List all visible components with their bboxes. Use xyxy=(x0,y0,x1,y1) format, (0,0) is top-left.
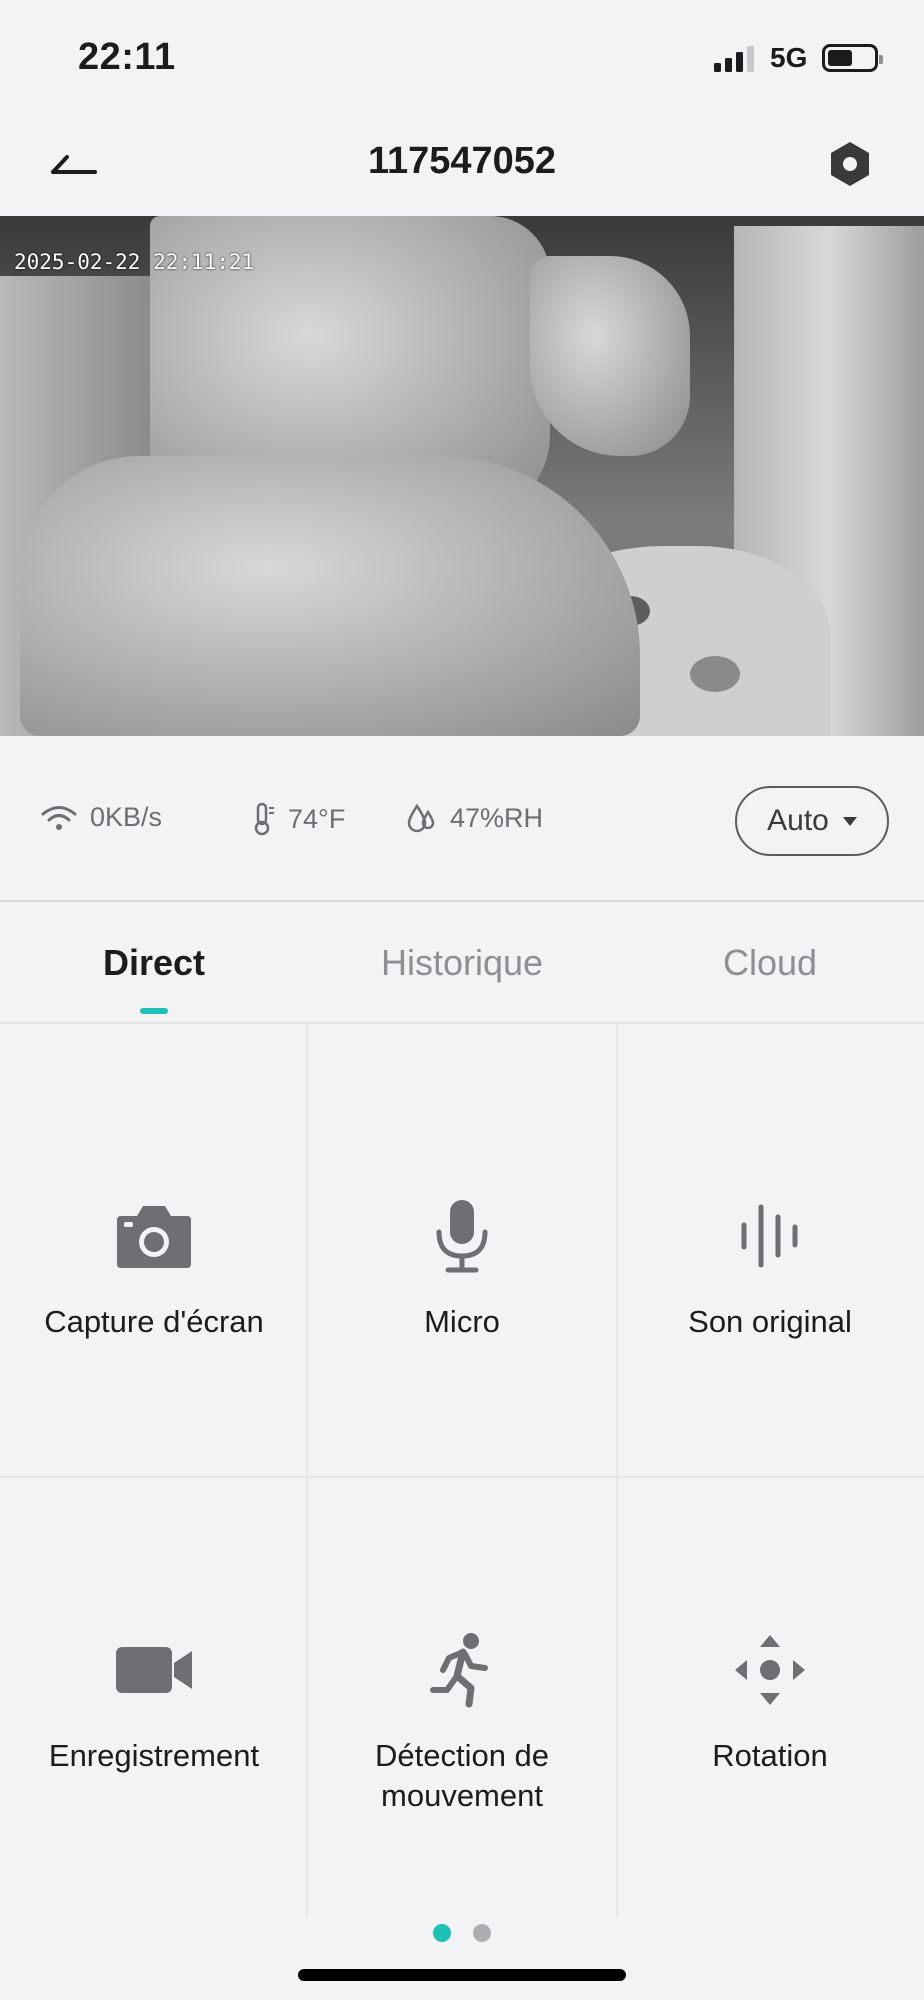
running-person-icon xyxy=(429,1628,495,1712)
stream-info-bar: 0KB/s 74°F 47%RH Auto xyxy=(0,736,924,902)
home-indicator[interactable] xyxy=(298,1969,626,1981)
tab-cloud[interactable]: Cloud xyxy=(616,942,924,984)
video-quality-dropdown[interactable]: Auto xyxy=(735,786,889,856)
thermometer-icon xyxy=(254,802,274,836)
video-record-icon xyxy=(114,1628,194,1712)
camera-icon xyxy=(115,1194,193,1278)
record-button[interactable]: Enregistrement xyxy=(0,1478,308,1930)
page-dot-2[interactable] xyxy=(473,1924,491,1942)
network-type: 5G xyxy=(770,42,808,73)
humidity-drops-icon xyxy=(407,803,435,833)
status-bar: 22:11 5G xyxy=(0,0,924,110)
temperature-indicator: 74°F xyxy=(252,802,345,836)
screenshot-label: Capture d'écran xyxy=(44,1304,264,1339)
action-grid: Capture d'écran Micro Son original Enreg… xyxy=(0,1024,924,1918)
page-indicator xyxy=(0,1924,924,1942)
page-dot-1[interactable] xyxy=(433,1924,451,1942)
camera-video-feed[interactable]: 2025-02-22 22:11:21 xyxy=(0,216,924,736)
microphone-label: Micro xyxy=(424,1304,500,1339)
wifi-icon xyxy=(41,805,77,830)
motion-detection-label: Détection de mouvement xyxy=(374,1738,550,1813)
screenshot-button[interactable]: Capture d'écran xyxy=(0,1024,308,1476)
original-sound-button[interactable]: Son original xyxy=(616,1024,924,1476)
microphone-icon xyxy=(433,1194,491,1278)
rotation-label: Rotation xyxy=(712,1738,828,1773)
tab-historique[interactable]: Historique xyxy=(308,942,616,984)
temperature-value: 74°F xyxy=(288,803,346,834)
bitrate-indicator: 0KB/s xyxy=(40,802,162,833)
header: 117547052 xyxy=(0,110,924,216)
bitrate-value: 0KB/s xyxy=(90,802,163,832)
battery-level xyxy=(828,50,853,66)
record-label: Enregistrement xyxy=(48,1738,260,1773)
status-time: 22:11 xyxy=(78,36,176,78)
caret-down-icon xyxy=(842,816,857,826)
settings-button[interactable] xyxy=(824,138,876,190)
microphone-button[interactable]: Micro xyxy=(308,1024,616,1476)
humidity-indicator: 47%RH xyxy=(406,802,543,834)
battery-icon xyxy=(822,44,883,72)
tab-bar: Direct Historique Cloud xyxy=(0,902,924,1024)
rotation-button[interactable]: Rotation xyxy=(616,1478,924,1930)
video-quality-label: Auto xyxy=(767,804,829,837)
direction-pad-icon xyxy=(733,1628,807,1712)
motion-detection-button[interactable]: Détection de mouvement xyxy=(308,1478,616,1930)
cellular-signal-icon xyxy=(714,46,754,72)
humidity-value: 47%RH xyxy=(450,802,544,833)
active-tab-indicator xyxy=(140,1008,168,1014)
page-title: 117547052 xyxy=(367,140,557,182)
hexagon-settings-icon xyxy=(831,142,869,186)
video-timestamp: 2025-02-22 22:11:21 xyxy=(14,250,255,274)
tab-direct[interactable]: Direct xyxy=(0,942,308,984)
sound-wave-icon xyxy=(738,1194,802,1278)
original-sound-label: Son original xyxy=(688,1304,852,1339)
